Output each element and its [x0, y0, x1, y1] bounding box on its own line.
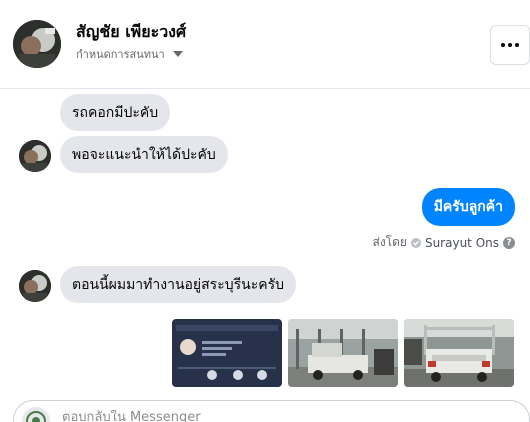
contact-avatar-small[interactable]: [19, 270, 51, 302]
message-bubble-incoming: พอจะแนะนำให้ได้ปะคับ: [60, 136, 228, 173]
schedule-label: กำหนดการสนทนา: [76, 48, 165, 61]
sender-name: Surayut Ons: [424, 235, 499, 250]
contact-name[interactable]: สัญชัย เพียะวงศ์: [76, 20, 186, 45]
sent-by-info: ส่งโดย Surayut Ons ?: [372, 233, 515, 252]
check-icon: [410, 237, 421, 248]
message-bubble-incoming: ตอนนี้ผมมาทำงานอยู่สระบุรีนะครับ: [60, 266, 296, 303]
more-dots-icon: [501, 43, 505, 47]
contact-avatar[interactable]: [13, 20, 61, 68]
sent-by-prefix: ส่งโดย: [372, 235, 407, 249]
attached-image-screenshot[interactable]: [172, 319, 282, 387]
conversation-schedule-menu[interactable]: กำหนดการสนทนา: [76, 45, 183, 63]
message-bubble-outgoing: มีครับลูกค้า: [421, 188, 515, 226]
more-dots-icon-2: [508, 43, 512, 47]
more-options-button[interactable]: [490, 25, 530, 65]
attached-image-truck-1[interactable]: [288, 319, 398, 387]
message-bubble-incoming: รถคอกมีปะคับ: [60, 94, 171, 131]
conversation-header: สัญชัย เพียะวงศ์ กำหนดการสนทนา: [0, 0, 530, 89]
caret-down-icon: [172, 51, 183, 57]
page-avatar: [22, 407, 50, 422]
attached-image-truck-2[interactable]: [404, 319, 514, 387]
reply-input[interactable]: [62, 410, 502, 422]
help-icon[interactable]: ?: [503, 236, 515, 249]
more-dots-icon-3: [515, 43, 519, 47]
contact-avatar-small[interactable]: [19, 140, 51, 172]
reply-composer: [13, 400, 530, 422]
